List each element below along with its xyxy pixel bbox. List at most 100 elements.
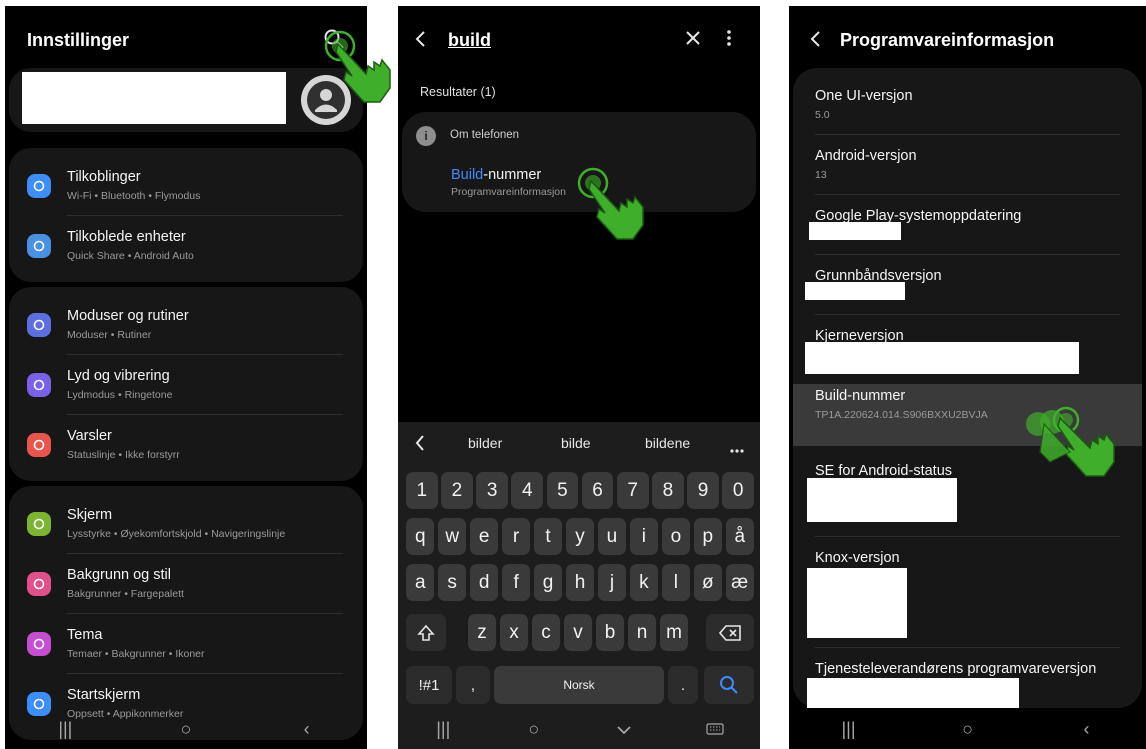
back-button[interactable]: ‹ [1057,719,1117,740]
settings-item-label: Tilkoblinger [67,169,141,185]
key[interactable]: e [469,518,499,555]
settings-item[interactable]: Skjerm Lysstyrke • Øyekomfortskjold • Nav… [9,493,363,553]
key[interactable]: o [661,518,691,555]
key[interactable]: u [597,518,627,555]
key[interactable]: æ [725,564,754,601]
account-card[interactable] [9,68,363,132]
key[interactable]: a [406,564,435,601]
sun-icon [27,512,51,536]
key[interactable]: 5 [546,472,579,509]
key[interactable]: m [660,614,688,651]
key[interactable]: x [500,614,528,651]
key[interactable]: 7 [616,472,649,509]
settings-item[interactable]: Bakgrunn og stil Bakgrunner • Fargepalett [9,553,363,613]
key[interactable]: t [533,518,563,555]
navigation-bar: ||| ○ ‹ [789,709,1146,749]
redacted-value [807,678,1019,708]
period-key[interactable]: . [668,666,698,704]
info-item-label: One UI-versjon [815,88,913,104]
key[interactable]: n [628,614,656,651]
key[interactable]: j [597,564,627,601]
more-options-icon[interactable] [726,28,732,53]
suggestion-bar: bilder bilde bildene [398,426,760,460]
key[interactable]: v [564,614,592,651]
search-key[interactable] [704,666,754,704]
hide-keyboard-icon[interactable] [594,719,654,740]
redacted-account-name [22,72,286,124]
settings-item[interactable]: Tema Temaer • Bakgrunner • Ikoner [9,613,363,673]
software-info-header: Programvareinformasjon [789,26,1146,54]
settings-item[interactable]: Lyd og vibrering Lydmodus • Ringetone [9,354,363,414]
keyboard-switch-icon[interactable] [685,719,745,740]
key[interactable]: r [501,518,531,555]
key[interactable]: f [501,564,531,601]
key[interactable]: 3 [476,472,508,509]
key[interactable]: l [661,564,691,601]
symbols-key[interactable]: !#1 [406,666,452,704]
key[interactable]: ø [693,564,723,601]
key[interactable]: 9 [687,472,719,509]
settings-item[interactable]: Varsler Statuslinje • Ikke forstyrr [9,414,363,474]
clear-icon[interactable] [684,29,702,52]
key[interactable]: 4 [511,472,544,509]
divider [815,134,1120,135]
key[interactable]: å [725,518,754,555]
key[interactable]: 1 [406,472,438,509]
settings-item-subtitle: Bakgrunner • Fargepalett [67,588,184,600]
settings-item[interactable]: Tilkoblinger Wi-Fi • Bluetooth • Flymodus [9,155,363,215]
settings-group: Tilkoblinger Wi-Fi • Bluetooth • Flymodus… [9,148,363,282]
key[interactable]: q [406,518,435,555]
key[interactable]: s [437,564,467,601]
home-button[interactable]: ○ [938,719,998,740]
key[interactable]: c [532,614,560,651]
result-title[interactable]: Build-nummer [451,167,541,183]
search-query[interactable]: build [448,30,491,51]
suggestion-more-icon[interactable] [730,440,744,456]
redacted-value [805,282,905,300]
settings-group: Skjerm Lysstyrke • Øyekomfortskjold • Nav… [9,486,363,740]
key[interactable]: 6 [581,472,614,509]
result-highlight: Build [451,167,484,183]
key[interactable]: 0 [722,472,754,509]
home-button[interactable]: ○ [156,719,216,740]
comma-key[interactable]: , [456,666,490,704]
key[interactable]: b [596,614,624,651]
key[interactable]: h [565,564,595,601]
key[interactable]: i [629,518,659,555]
key[interactable]: 2 [441,472,473,509]
key[interactable]: k [629,564,659,601]
suggestion-back-icon[interactable] [414,434,426,455]
key[interactable]: 8 [652,472,684,509]
space-key[interactable]: Norsk [494,666,664,704]
back-arrow-icon[interactable] [414,29,428,54]
settings-item[interactable]: Moduser og rutiner Moduser • Rutiner [9,294,363,354]
back-button[interactable]: ‹ [277,719,337,740]
settings-item-label: Bakgrunn og stil [67,567,171,583]
key[interactable]: z [468,614,496,651]
key[interactable]: w [437,518,467,555]
suggestion-2[interactable]: bilde [561,435,591,451]
search-header: build [398,26,760,54]
suggestion-1[interactable]: bilder [468,435,502,451]
key[interactable]: p [693,518,723,555]
info-item-label: Build-nummer [815,388,906,404]
key[interactable]: d [469,564,499,601]
recents-button[interactable]: ||| [413,719,473,740]
settings-item-subtitle: Temaer • Bakgrunner • Ikoner [67,648,205,660]
search-screen: build Resultater (1) i Om telefonen Buil… [398,6,760,749]
key[interactable]: y [565,518,595,555]
shift-key[interactable] [406,614,446,651]
back-arrow-icon[interactable] [809,29,823,54]
divider [815,314,1120,315]
redacted-value [807,478,957,522]
home-button[interactable]: ○ [504,719,564,740]
suggestion-3[interactable]: bildene [645,435,690,451]
recents-button[interactable]: ||| [819,719,879,740]
key[interactable]: g [533,564,563,601]
settings-item-subtitle: Quick Share • Android Auto [67,250,194,262]
backspace-key[interactable] [706,614,754,651]
recents-button[interactable]: ||| [35,719,95,740]
settings-item-label: Varsler [67,428,112,444]
settings-item[interactable]: Tilkoblede enheter Quick Share • Android … [9,215,363,275]
settings-item-subtitle: Lysstyrke • Øyekomfortskjold • Navigerin… [67,528,286,540]
